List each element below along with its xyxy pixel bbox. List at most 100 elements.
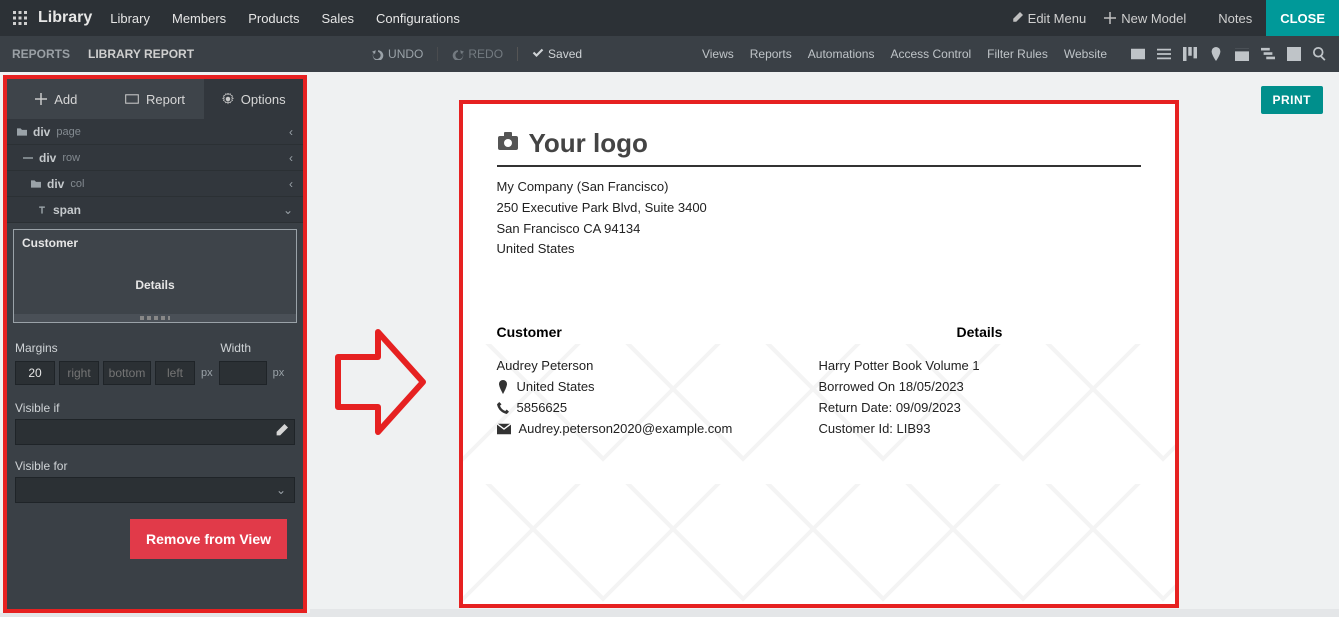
remove-from-view-button[interactable]: Remove from View xyxy=(130,519,287,559)
breadcrumb-library-report[interactable]: LIBRARY REPORT xyxy=(88,47,194,61)
address-line2: San Francisco CA 94134 xyxy=(497,219,1141,240)
notes-label: Notes xyxy=(1218,11,1252,26)
chevron-left-icon: ‹ xyxy=(289,125,293,139)
folder-icon xyxy=(17,127,27,137)
details-column: Details Harry Potter Book Volume 1 Borro… xyxy=(819,324,1141,442)
margin-left-input[interactable] xyxy=(155,361,195,385)
nav-website[interactable]: Website xyxy=(1064,47,1107,61)
app-brand: Library xyxy=(38,9,92,27)
borrowed-on: Borrowed On 18/05/2023 xyxy=(819,379,1141,394)
return-date: Return Date: 09/09/2023 xyxy=(819,400,1141,415)
chevron-left-icon: ‹ xyxy=(289,177,293,191)
envelope-icon xyxy=(497,423,511,435)
address-country: United States xyxy=(497,239,1141,260)
logo-row: Your logo xyxy=(497,128,1141,167)
sidebar-tabs: Add Report Options xyxy=(7,79,303,119)
pencil-icon xyxy=(274,424,288,441)
chevron-down-icon: ⌄ xyxy=(283,203,293,217)
view-pivot-icon[interactable] xyxy=(1283,43,1305,65)
selected-element-panel: Customer Details xyxy=(13,229,297,323)
customer-name: Audrey Peterson xyxy=(497,358,819,373)
undo-label: UNDO xyxy=(388,47,423,61)
notes-link[interactable]: Notes xyxy=(1204,11,1266,26)
tree-tag: div xyxy=(33,125,50,139)
undo-button[interactable]: UNDO xyxy=(372,47,423,61)
tree-class: row xyxy=(62,152,80,164)
book-title: Harry Potter Book Volume 1 xyxy=(819,358,1141,373)
customer-email: Audrey.peterson2020@example.com xyxy=(497,421,819,436)
view-form-icon[interactable] xyxy=(1127,43,1149,65)
breadcrumb-reports[interactable]: REPORTS xyxy=(12,47,70,61)
tree-tag: div xyxy=(47,177,64,191)
tab-report-label: Report xyxy=(146,92,185,107)
report-preview: Your logo My Company (San Francisco) 250… xyxy=(459,100,1179,608)
customer-location: United States xyxy=(497,379,819,394)
address-line1: 250 Executive Park Blvd, Suite 3400 xyxy=(497,198,1141,219)
margin-top-input[interactable] xyxy=(15,361,55,385)
tree-tag: span xyxy=(53,203,81,217)
report-canvas: PRINT Your logo My Company (San Francisc… xyxy=(310,72,1339,609)
print-button[interactable]: PRINT xyxy=(1261,86,1324,114)
view-calendar-icon[interactable] xyxy=(1231,43,1253,65)
edit-menu-link[interactable]: Edit Menu xyxy=(1011,11,1087,26)
nav-access-control[interactable]: Access Control xyxy=(890,47,971,61)
margin-bottom-input[interactable] xyxy=(103,361,151,385)
phone-icon xyxy=(497,402,509,414)
width-input[interactable] xyxy=(219,361,267,385)
folder-icon xyxy=(31,179,41,189)
tree-node-page[interactable]: div page ‹ xyxy=(7,119,303,145)
menu-configurations[interactable]: Configurations xyxy=(376,11,460,26)
visible-if-input[interactable] xyxy=(15,419,295,445)
camera-icon xyxy=(497,131,519,156)
nav-filter-rules[interactable]: Filter Rules xyxy=(987,47,1048,61)
tree-node-span[interactable]: span ⌄ xyxy=(7,197,303,223)
resize-handle[interactable] xyxy=(14,314,296,322)
tree-node-row[interactable]: div row ‹ xyxy=(7,145,303,171)
chevron-down-icon: ⌄ xyxy=(276,483,286,497)
view-list-icon[interactable] xyxy=(1153,43,1175,65)
view-kanban-icon[interactable] xyxy=(1179,43,1201,65)
menu-sales[interactable]: Sales xyxy=(322,11,355,26)
top-menu-bar: Library Library Members Products Sales C… xyxy=(0,0,1339,36)
apps-icon[interactable] xyxy=(10,8,30,28)
menu-members[interactable]: Members xyxy=(172,11,226,26)
view-map-icon[interactable] xyxy=(1205,43,1227,65)
visible-for-select[interactable]: ⌄ xyxy=(15,477,295,503)
margin-right-input[interactable] xyxy=(59,361,99,385)
new-model-link[interactable]: New Model xyxy=(1104,11,1186,26)
tree-node-col[interactable]: div col ‹ xyxy=(7,171,303,197)
edit-menu-label: Edit Menu xyxy=(1028,11,1087,26)
new-model-label: New Model xyxy=(1121,11,1186,26)
tab-options[interactable]: Options xyxy=(204,79,303,119)
tab-add[interactable]: Add xyxy=(7,79,106,119)
nav-reports[interactable]: Reports xyxy=(750,47,792,61)
unit-px: px xyxy=(273,367,285,379)
tree-class: page xyxy=(56,126,80,138)
redo-button[interactable]: REDO xyxy=(437,47,503,61)
view-gantt-icon[interactable] xyxy=(1257,43,1279,65)
dash-icon xyxy=(23,153,33,163)
margins-label: Margins xyxy=(15,341,58,355)
chevron-left-icon: ‹ xyxy=(289,151,293,165)
panel-center: Details xyxy=(14,256,296,314)
customer-id: Customer Id: LIB93 xyxy=(819,421,1141,436)
nav-automations[interactable]: Automations xyxy=(808,47,875,61)
nav-views[interactable]: Views xyxy=(702,47,734,61)
panel-title: Customer xyxy=(14,230,296,256)
customer-email-text: Audrey.peterson2020@example.com xyxy=(519,421,733,436)
width-label: Width xyxy=(220,341,251,355)
tree-tag: div xyxy=(39,151,56,165)
close-button[interactable]: CLOSE xyxy=(1266,0,1339,36)
tab-report[interactable]: Report xyxy=(106,79,205,119)
tab-add-label: Add xyxy=(54,92,77,107)
saved-label: Saved xyxy=(548,47,582,61)
dom-tree: div page ‹ div row ‹ div col ‹ span ⌄ xyxy=(7,119,303,223)
menu-library[interactable]: Library xyxy=(110,11,150,26)
company-name: My Company (San Francisco) xyxy=(497,177,1141,198)
text-icon xyxy=(37,205,47,215)
view-search-icon[interactable] xyxy=(1309,43,1331,65)
tree-class: col xyxy=(70,178,84,190)
menu-products[interactable]: Products xyxy=(248,11,299,26)
customer-heading: Customer xyxy=(497,324,819,340)
saved-status: Saved xyxy=(517,47,582,61)
